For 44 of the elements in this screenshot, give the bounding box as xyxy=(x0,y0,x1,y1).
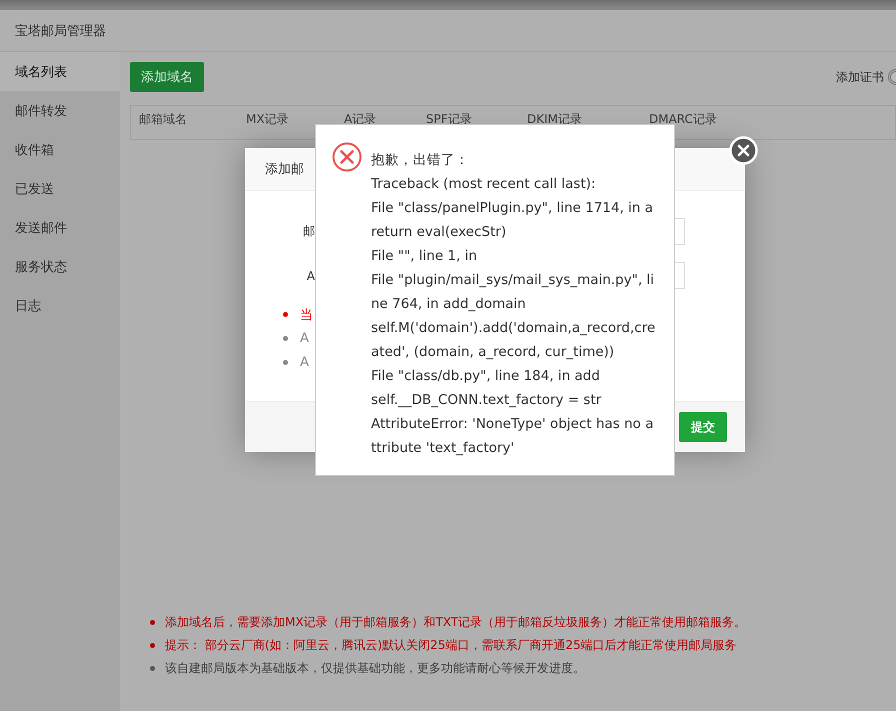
sidebar-item[interactable]: 已发送 xyxy=(0,169,120,208)
column-header: DMARC记录 xyxy=(648,111,718,128)
dialog-title: 添加邮 xyxy=(265,161,304,178)
note-text: 该自建邮局版本为基础版本，仅提供基础功能，更多功能请耐心等候开发进度。 xyxy=(165,660,585,677)
bullet-icon xyxy=(283,336,288,341)
note-text: A xyxy=(300,355,309,370)
error-line: AttributeError: 'NoneType' object has no a xyxy=(371,415,654,434)
submit-button[interactable]: 提交 xyxy=(679,412,727,442)
sidebar-item[interactable]: 日志 xyxy=(0,286,120,325)
column-header: MX记录 xyxy=(245,111,290,128)
error-line: File "class/panelPlugin.py", line 1714, in a xyxy=(371,199,654,218)
error-line: self.M('domain').add('domain,a_record,cre xyxy=(371,319,656,338)
bullet-icon xyxy=(283,312,288,317)
note-text: 当 xyxy=(300,306,313,324)
field-label: A xyxy=(306,268,315,282)
cert-label: 添加证书 xyxy=(836,68,884,86)
bullet-icon xyxy=(150,620,155,625)
error-line: 抱歉，出错了： xyxy=(371,151,470,170)
sidebar-item[interactable]: 域名列表 xyxy=(0,52,120,91)
sidebar-item[interactable]: 收件箱 xyxy=(0,130,120,169)
bullet-icon xyxy=(150,666,155,671)
error-line: self.__DB_CONN.text_factory = str xyxy=(371,391,602,410)
error-line: ttribute 'text_factory' xyxy=(371,439,516,458)
error-line: return eval(execStr) xyxy=(371,223,508,242)
sidebar-item[interactable]: 邮件转发 xyxy=(0,91,120,130)
bullet-icon xyxy=(150,643,155,648)
field-label: 邮 xyxy=(302,223,315,240)
window-title: 宝塔邮局管理器 xyxy=(15,22,106,40)
note-text: 添加域名后，需要添加MX记录（用于邮箱服务）和TXT记录（用于邮箱反垃圾服务）才能正常使用邮箱服务。 xyxy=(165,614,746,631)
bullet-icon xyxy=(283,360,288,365)
error-line: ated', (domain, a_record, cur_time)) xyxy=(371,343,616,362)
close-icon[interactable] xyxy=(729,136,758,165)
error-line: File "plugin/mail_sys/mail_sys_main.py", li xyxy=(371,271,656,290)
error-line: Traceback (most recent call last): xyxy=(371,175,597,194)
column-header: 邮箱域名 xyxy=(138,111,188,128)
error-line: File "", line 1, in xyxy=(371,247,478,266)
error-icon xyxy=(332,142,362,172)
note-text: 提示： 部分云厂商(如：阿里云，腾讯云)默认关闭25端口，需联系厂商开通25端口后才能正常使用邮局服务 xyxy=(165,637,737,654)
error-line: ne 764, in add_domain xyxy=(371,295,527,314)
sidebar-item[interactable]: 服务状态 xyxy=(0,247,120,286)
add-domain-button[interactable]: 添加域名 xyxy=(130,62,204,92)
note-text: A xyxy=(300,331,309,346)
sidebar-item[interactable]: 发送邮件 xyxy=(0,208,120,247)
error-line: File "class/db.py", line 184, in add xyxy=(371,367,601,386)
